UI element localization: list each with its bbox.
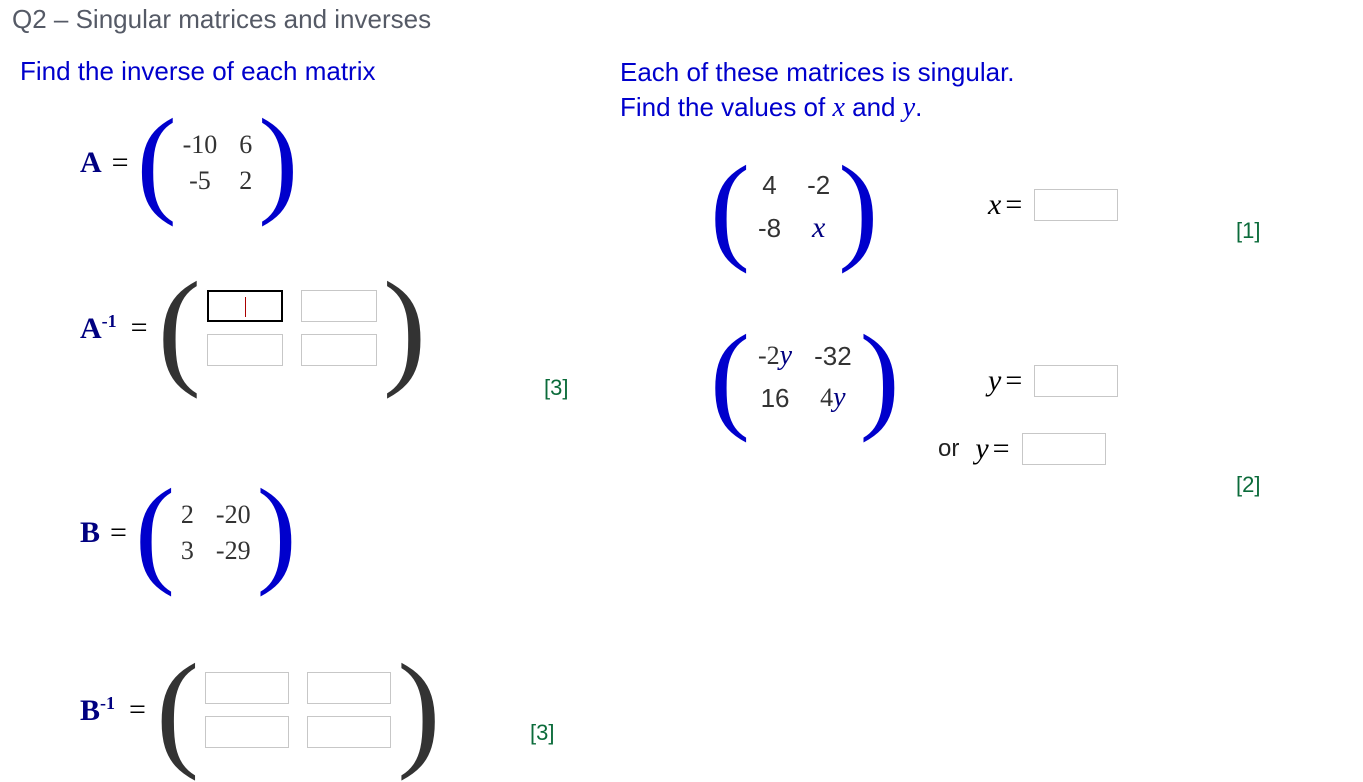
- matrix-cell: -2: [807, 170, 830, 201]
- b-inv-input-11[interactable]: [205, 672, 289, 704]
- eq-y1: =: [1005, 364, 1022, 398]
- eq-y2: =: [993, 432, 1010, 466]
- matrix-cell: -8: [758, 213, 781, 244]
- b-inv-input-12[interactable]: [307, 672, 391, 704]
- lparen-icon: (: [156, 678, 199, 742]
- label-or: or: [938, 435, 959, 463]
- page-title: Q2 – Singular matrices and inverses: [6, 0, 431, 35]
- label-B-inv: B-1: [80, 693, 115, 728]
- matrix-cell: -20: [216, 500, 251, 530]
- lparen-icon: (: [137, 131, 177, 191]
- matrix-cell: -10: [183, 130, 218, 160]
- mark-M2: [2]: [1236, 472, 1260, 498]
- rparen-icon: ): [838, 178, 878, 238]
- label-y2: y: [975, 432, 988, 466]
- mark-A: [3]: [544, 375, 568, 401]
- matrix-cell: 6: [239, 130, 252, 160]
- lparen-icon: (: [710, 178, 750, 238]
- rparen-icon: ): [383, 296, 426, 360]
- matrix-A-inv-inputs: [207, 290, 377, 366]
- rparen-icon: ): [860, 347, 900, 407]
- rparen-icon: ): [258, 131, 298, 191]
- matrix-cell: 2: [239, 166, 252, 196]
- matrix-cell: -32: [814, 341, 852, 372]
- matrix-B: 2 -20 3 -29: [181, 500, 251, 566]
- rparen-icon: ): [257, 501, 297, 561]
- matrix-cell-x: x: [812, 211, 825, 245]
- matrix-cell: 3: [181, 536, 194, 566]
- lparen-icon: (: [158, 296, 201, 360]
- a-inv-input-11[interactable]: [207, 290, 283, 322]
- matrix-cell: -2-2yy: [758, 340, 792, 372]
- lparen-icon: (: [710, 347, 750, 407]
- mark-B: [3]: [530, 720, 554, 746]
- matrix-cell: 44yy: [820, 382, 845, 414]
- a-inv-input-21[interactable]: [207, 334, 283, 366]
- matrix-cell: 16: [761, 383, 790, 414]
- matrix-M2: -2-2yy -32 16 44yy: [758, 340, 852, 414]
- label-B: B: [80, 516, 100, 550]
- rparen-icon: ): [397, 678, 440, 742]
- matrix-A: -10 6 -5 2: [183, 130, 253, 196]
- b-inv-input-22[interactable]: [307, 716, 391, 748]
- matrix-M1: 4 -2 -8 x: [758, 170, 830, 245]
- eq-A-inv: =: [131, 311, 148, 345]
- eq-x: =: [1005, 188, 1022, 222]
- lparen-icon: (: [135, 501, 175, 561]
- right-heading: Each of these matrices is singular. Find…: [620, 56, 1015, 126]
- label-A-inv: A-1: [80, 311, 117, 346]
- matrix-B-inv-inputs: [205, 672, 391, 748]
- label-A: A: [80, 146, 102, 180]
- label-x: x: [988, 188, 1001, 222]
- b-inv-input-21[interactable]: [205, 716, 289, 748]
- y-input-1[interactable]: [1034, 365, 1118, 397]
- eq-B-inv: =: [129, 693, 146, 727]
- a-inv-input-22[interactable]: [301, 334, 377, 366]
- matrix-cell: 2: [181, 500, 194, 530]
- eq-B: =: [110, 516, 127, 550]
- matrix-cell: -5: [189, 166, 211, 196]
- a-inv-input-12[interactable]: [301, 290, 377, 322]
- left-heading: Find the inverse of each matrix: [20, 56, 376, 87]
- y-input-2[interactable]: [1022, 433, 1106, 465]
- matrix-cell: 4: [762, 170, 776, 201]
- mark-M1: [1]: [1236, 218, 1260, 244]
- label-y1: y: [988, 364, 1001, 398]
- eq-A: =: [112, 146, 129, 180]
- x-input[interactable]: [1034, 189, 1118, 221]
- matrix-cell: -29: [216, 536, 251, 566]
